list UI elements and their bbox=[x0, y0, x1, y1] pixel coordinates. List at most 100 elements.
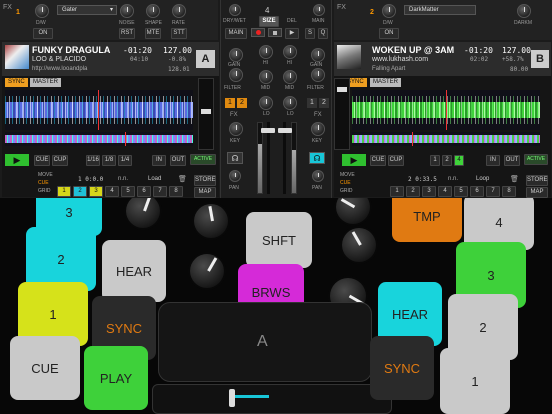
loop-size-b-3[interactable]: 4 bbox=[454, 155, 464, 166]
pan-knob-b[interactable] bbox=[312, 170, 324, 182]
rst-button[interactable]: RST bbox=[119, 28, 135, 39]
cue-button-a[interactable]: CUE bbox=[34, 155, 50, 166]
pad-left-play[interactable]: PLAY bbox=[84, 346, 148, 410]
hotcue-b-4[interactable]: 4 bbox=[438, 186, 452, 197]
loop-size-a-2[interactable]: 1/8 bbox=[102, 155, 116, 166]
hotcue-b-8[interactable]: 8 bbox=[502, 186, 516, 197]
mte-button[interactable]: MTE bbox=[145, 28, 161, 39]
hotcue-a-4[interactable]: 4 bbox=[105, 186, 119, 197]
fx-assign-1-a[interactable]: 1 bbox=[225, 98, 235, 108]
map-button-a[interactable]: MAP bbox=[194, 187, 216, 198]
noise-knob[interactable] bbox=[120, 4, 134, 18]
hotcue-b-1[interactable]: 1 bbox=[390, 186, 404, 197]
hotcue-b-7[interactable]: 7 bbox=[486, 186, 500, 197]
loop-out-button-a[interactable]: OUT bbox=[170, 155, 186, 166]
fx-assign-2-b[interactable]: 2 bbox=[319, 98, 329, 108]
mixer-dry-wet-knob[interactable] bbox=[229, 4, 241, 16]
pad-left-cue[interactable]: CUE bbox=[10, 336, 80, 400]
dry-wet-knob[interactable] bbox=[35, 4, 49, 18]
hi-knob-a[interactable] bbox=[259, 45, 273, 59]
mid-knob-b[interactable] bbox=[283, 70, 297, 84]
filter-knob-b[interactable] bbox=[311, 68, 325, 82]
sync-button-a[interactable]: SYNC bbox=[5, 78, 28, 87]
active-button-a[interactable]: ACTIVE bbox=[190, 154, 216, 165]
shape-knob[interactable] bbox=[146, 4, 160, 18]
s-button[interactable]: S bbox=[305, 28, 315, 39]
overview-waveform-b[interactable] bbox=[352, 132, 540, 146]
cup-button-b[interactable]: CUP bbox=[388, 155, 404, 166]
loop-size-b-1[interactable]: 1 bbox=[430, 155, 440, 166]
stop-button[interactable] bbox=[268, 28, 282, 37]
play-icon[interactable]: ▶ bbox=[285, 28, 299, 39]
key-knob-a[interactable] bbox=[229, 122, 243, 136]
crossfader[interactable] bbox=[152, 384, 392, 414]
record-button[interactable] bbox=[251, 28, 265, 37]
volume-fader-a[interactable] bbox=[261, 128, 275, 133]
hotcue-a-2[interactable]: 2 bbox=[73, 186, 87, 197]
main-volume-knob[interactable] bbox=[313, 4, 325, 16]
hotcue-a-5[interactable]: 5 bbox=[121, 186, 135, 197]
size-button[interactable]: SIZE bbox=[259, 16, 279, 27]
trash-icon[interactable]: 🗑 bbox=[178, 175, 187, 183]
pad-left-hear[interactable]: HEAR bbox=[102, 240, 166, 302]
play-button-a[interactable]: ▶ bbox=[5, 154, 29, 166]
fx-unit-number-right[interactable]: 2 bbox=[370, 9, 374, 16]
pad-right-1[interactable]: 1 bbox=[440, 348, 510, 414]
map-button-b[interactable]: MAP bbox=[526, 187, 548, 198]
knob-2[interactable] bbox=[194, 204, 228, 238]
q-button[interactable]: Q bbox=[318, 28, 328, 39]
loop-size-b-2[interactable]: 2 bbox=[442, 155, 452, 166]
filter-knob-a[interactable] bbox=[229, 68, 243, 82]
rate-knob[interactable] bbox=[172, 4, 186, 18]
pad-right-sync[interactable]: SYNC bbox=[370, 336, 434, 400]
lo-knob-a[interactable] bbox=[259, 96, 273, 110]
fx-on-button-right[interactable]: ON bbox=[379, 28, 399, 39]
master-button-b[interactable]: MASTER bbox=[370, 78, 402, 87]
hi-knob-b[interactable] bbox=[283, 45, 297, 59]
hotcue-b-3[interactable]: 3 bbox=[422, 186, 436, 197]
knob-3[interactable] bbox=[190, 254, 224, 288]
pad-right-tmp[interactable]: TMP bbox=[392, 198, 462, 242]
hotcue-b-6[interactable]: 6 bbox=[470, 186, 484, 197]
play-button-b[interactable]: ▶ bbox=[342, 154, 366, 166]
hotcue-a-7[interactable]: 7 bbox=[153, 186, 167, 197]
hotcue-a-6[interactable]: 6 bbox=[137, 186, 151, 197]
loop-in-button-a[interactable]: IN bbox=[152, 155, 166, 166]
knob-5[interactable] bbox=[342, 228, 376, 262]
effect-select[interactable]: Gater ▾ bbox=[57, 5, 117, 15]
active-button-b[interactable]: ACTIVE bbox=[524, 154, 548, 165]
tempo-fader-a[interactable] bbox=[198, 78, 214, 150]
headphone-icon[interactable]: ☊ bbox=[227, 152, 243, 164]
lo-knob-b[interactable] bbox=[283, 96, 297, 110]
hotcue-a-3[interactable]: 3 bbox=[89, 186, 103, 197]
store-button-b[interactable]: STORE bbox=[526, 175, 548, 186]
hotcue-b-2[interactable]: 2 bbox=[406, 186, 420, 197]
fx-assign-2-a[interactable]: 2 bbox=[237, 98, 247, 108]
touch-pad-a[interactable]: A bbox=[158, 302, 372, 382]
knob-4[interactable] bbox=[336, 198, 370, 224]
hotcue-a-1[interactable]: 1 bbox=[57, 186, 71, 197]
hotcue-a-8[interactable]: 8 bbox=[169, 186, 183, 197]
fx-assign-1-b[interactable]: 1 bbox=[307, 98, 317, 108]
pad-shift[interactable]: SHFT bbox=[246, 212, 312, 268]
loop-in-button-b[interactable]: IN bbox=[486, 155, 500, 166]
effect-select-right[interactable]: DarkMatter bbox=[404, 5, 476, 15]
mode-b[interactable]: Loop bbox=[476, 176, 489, 182]
mode-a[interactable]: Load bbox=[148, 176, 161, 182]
pan-knob-a[interactable] bbox=[229, 170, 241, 182]
dry-wet-knob-right[interactable] bbox=[382, 4, 396, 18]
mid-knob-a[interactable] bbox=[259, 70, 273, 84]
gain-knob-a[interactable] bbox=[229, 48, 243, 62]
darkm-knob[interactable] bbox=[517, 4, 531, 18]
knob-1[interactable] bbox=[126, 198, 160, 228]
loop-size-a-1[interactable]: 1/16 bbox=[86, 155, 100, 166]
hotcue-b-5[interactable]: 5 bbox=[454, 186, 468, 197]
cup-button-a[interactable]: CUP bbox=[52, 155, 68, 166]
loop-size-a-3[interactable]: 1/4 bbox=[118, 155, 132, 166]
gain-knob-b[interactable] bbox=[311, 48, 325, 62]
overview-waveform-a[interactable] bbox=[5, 132, 193, 146]
trash-icon-b[interactable]: 🗑 bbox=[510, 175, 519, 183]
headphone-icon-active[interactable]: ☊ bbox=[309, 152, 325, 164]
fx-unit-number[interactable]: 1 bbox=[16, 9, 20, 16]
fx-on-button[interactable]: ON bbox=[33, 28, 53, 39]
